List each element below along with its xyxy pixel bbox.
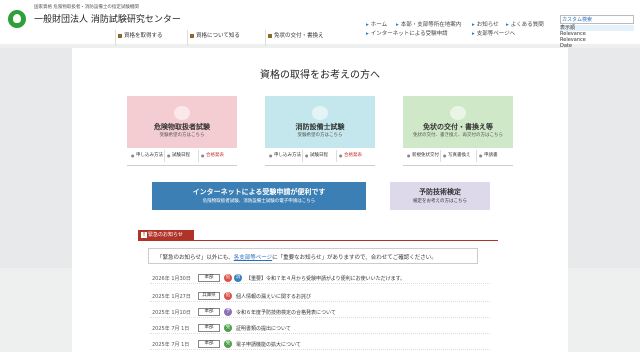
card-kikenbutsu: 危険物取扱者試験 受験希望の方はこちら 申し込み方法 試験日程 合格発表	[127, 96, 237, 166]
card-subtitle: 受験希望の方はこちら	[159, 133, 205, 138]
news-item[interactable]: 2025年 1月27日 兵庫県 危 個人情報の漏えいに関するお詫び	[150, 290, 490, 302]
card-links: 申し込み方法 試験日程 合格発表	[265, 150, 375, 162]
news-category: 本部	[198, 324, 220, 332]
news-title[interactable]: 令和６年度予防技術検定の合格発表について	[236, 309, 336, 316]
news-tag-icon: 危	[224, 274, 232, 282]
card-subtitle: 受験希望の方はこちら	[297, 133, 343, 138]
org-subtitle: 国家資格 危険物取扱者・消防設備士の指定試験機関	[34, 5, 139, 10]
util-link-faq[interactable]: よくある質問	[506, 20, 544, 28]
search-option[interactable]: Date	[560, 43, 634, 49]
link-photo-update[interactable]: 写真書換え	[443, 150, 477, 162]
notice-text: 「緊急のお知らせ」以外にも、各支部等ページに「重要なお知らせ」がありますので、合…	[157, 253, 437, 261]
card-menjou: 免状の交付・書換え等 免状の交付、書き換え、再交付の方はこちら 新規免状交付 写…	[403, 96, 513, 166]
banner-subtitle: 検定をお考えの方はこちら	[413, 199, 467, 204]
urgent-notice-header: 緊急のお知らせ	[138, 230, 498, 241]
news-category: 本部	[198, 308, 220, 316]
news-title[interactable]: 電子申請機能の拡大について	[236, 341, 301, 348]
branch-pages-link[interactable]: 各支部等ページ	[234, 255, 272, 261]
card-title: 危険物取扱者試験	[154, 123, 210, 131]
news-category: 本部	[198, 274, 220, 282]
banner-subtitle: 危険物取扱者試験、消防設備士試験の電子申請はこちら	[202, 199, 316, 204]
news-item[interactable]: 2025年 7月 1日 本部 免 証明書類の提出について	[150, 322, 490, 334]
news-category: 本部	[198, 340, 220, 348]
card-kikenbutsu-banner[interactable]: 危険物取扱者試験 受験希望の方はこちら	[127, 96, 237, 148]
notice-box: 「緊急のお知らせ」以外にも、各支部等ページに「重要なお知らせ」がありますので、合…	[148, 248, 478, 264]
news-date: 2025年 1月27日	[152, 294, 191, 300]
banner-title: インターネットによる受験申請が便利です	[192, 188, 326, 196]
news-tag-icon: 免	[224, 324, 232, 332]
page-title: 資格の取得をお考えの方へ	[260, 70, 380, 81]
news-date: 2025年 1月10日	[152, 310, 191, 316]
news-title[interactable]: 個人情報の漏えいに関するお詫び	[236, 293, 311, 300]
news-date: 2025年 7月 1日	[152, 326, 190, 332]
news-item[interactable]: 2025年 1月10日 本部 予 令和６年度予防技術検定の合格発表について	[150, 306, 490, 318]
link-results[interactable]: 合格発表	[201, 150, 235, 162]
card-menjou-banner[interactable]: 免状の交付・書換え等 免状の交付、書き換え、再交付の方はこちら	[403, 96, 513, 148]
link-forms[interactable]: 申請書	[479, 150, 511, 162]
news-title[interactable]: 証明書類の提出について	[236, 325, 291, 332]
news-tag-icon: 予	[224, 308, 232, 316]
notice-text-before: 「緊急のお知らせ」以外にも、	[157, 255, 234, 261]
search-input[interactable]: カスタム検索	[560, 15, 634, 24]
news-tag-icon: 免	[224, 340, 232, 348]
notice-text-after: に「重要なお知らせ」がありますので、合わせてご確認ください。	[272, 255, 437, 261]
card-title: 免状の交付・書換え等	[423, 123, 493, 131]
org-name[interactable]: 一般財団法人 消防試験研究センター	[34, 12, 181, 25]
card-links: 申し込み方法 試験日程 合格発表	[127, 150, 237, 162]
news-title[interactable]: 【重要】令和７年４月から受験申請がより便利にお使いいただけます。	[246, 275, 405, 282]
util-link-news[interactable]: お知らせ	[472, 20, 499, 28]
link-exam-schedule[interactable]: 試験日程	[305, 150, 337, 162]
link-application-method[interactable]: 申し込み方法	[269, 150, 303, 162]
yobou-banner[interactable]: 予防技術検定 検定をお考えの方はこちら	[390, 182, 490, 210]
internet-application-banner[interactable]: インターネットによる受験申請が便利です 危険物取扱者試験、消防設備士試験の電子申…	[152, 182, 366, 210]
link-results[interactable]: 合格発表	[339, 150, 373, 162]
link-new-license[interactable]: 新規免状交付	[407, 150, 441, 162]
search-sort-dropdown[interactable]: 表示順 Relevance Relevance Date	[560, 25, 634, 49]
card-subtitle: 免状の交付、書き換え、再交付の方はこちら	[413, 133, 503, 138]
util-link-branches[interactable]: 支部等ページへ	[472, 29, 515, 37]
urgent-notice-tab: 緊急のお知らせ	[138, 230, 194, 241]
nav-license[interactable]: 免状の交付・書換え	[265, 30, 324, 46]
card-links: 新規免状交付 写真書換え 申請書	[403, 150, 513, 162]
link-exam-schedule[interactable]: 試験日程	[167, 150, 199, 162]
logo-icon[interactable]	[8, 10, 26, 28]
util-link-locations[interactable]: 本部・支部等所在地案内	[396, 20, 462, 28]
news-category: 兵庫県	[198, 292, 220, 300]
news-date: 2025年 7月 1日	[152, 342, 190, 348]
news-item[interactable]: 2025年 7月 1日 本部 免 電子申請機能の拡大について	[150, 338, 490, 350]
card-shoubou: 消防設備士試験 受験希望の方はこちら 申し込み方法 試験日程 合格発表	[265, 96, 375, 166]
util-link-internet-application[interactable]: インターネットによる受験申請	[366, 29, 448, 37]
news-date: 2026年 1月30日	[152, 276, 191, 282]
search-label: カスタム検索	[562, 17, 593, 23]
util-link-home[interactable]: ホーム	[366, 20, 387, 28]
news-item[interactable]: 2026年 1月30日 本部 危 消 【重要】令和７年４月から受験申請がより便利…	[150, 272, 490, 284]
card-title: 消防設備士試験	[295, 123, 345, 131]
nav-get-qualification[interactable]: 資格を取得する	[115, 30, 163, 46]
card-shoubou-banner[interactable]: 消防設備士試験 受験希望の方はこちら	[265, 96, 375, 148]
news-tag-icon: 危	[224, 292, 232, 300]
banner-title: 予防技術検定	[419, 188, 461, 196]
news-tag-icon: 消	[234, 274, 242, 282]
nav-about-qualification[interactable]: 資格について知る	[187, 30, 240, 46]
link-application-method[interactable]: 申し込み方法	[131, 150, 165, 162]
